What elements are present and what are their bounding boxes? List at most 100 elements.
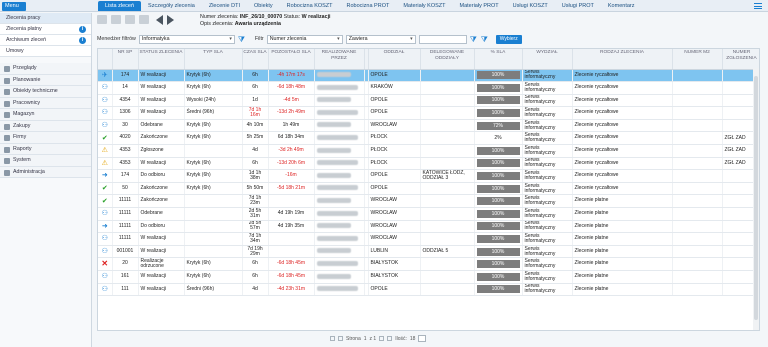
select-button[interactable]: Wybierz bbox=[495, 34, 522, 44]
add-filter-icon[interactable]: ⧩ bbox=[470, 35, 478, 44]
filter-field-select[interactable]: Numer zlecenia bbox=[266, 34, 343, 44]
table-row[interactable]: ⚇ 11111 W realizacji 7d 1h 34m WROCŁAW 100% Se… bbox=[98, 232, 759, 246]
sidebar-sub-umowy[interactable]: Umowy bbox=[0, 46, 91, 57]
sidebar-item-zakupy[interactable]: Zakupy bbox=[0, 120, 91, 132]
column-header[interactable]: NR SP bbox=[112, 49, 139, 70]
tab-obiekty[interactable]: Obiekty bbox=[247, 1, 280, 11]
sidebar-sub-archiwum[interactable]: Archiwum zleceń i bbox=[0, 35, 91, 46]
print-icon[interactable] bbox=[139, 15, 149, 24]
cell-numer-m2 bbox=[672, 157, 723, 171]
cell-wydzial: Serwis informatyczny bbox=[522, 119, 573, 133]
tab-lista-zlecen[interactable]: Lista zleceń bbox=[98, 1, 142, 11]
column-header[interactable]: CZAS SLA bbox=[242, 49, 269, 70]
table-row[interactable]: ⚇ 4354 W realizacji Wysoki (24h) 1d -4d 5m OPO… bbox=[98, 94, 759, 108]
tab-uslugi-prot[interactable]: Usługi PROT bbox=[555, 1, 601, 11]
table-row[interactable]: ⚇ 11111 Odebrane 2d 5h 31m 4d 19h 19m WROCŁAW… bbox=[98, 207, 759, 221]
sidebar-item-label: Raporty bbox=[13, 145, 32, 152]
tab-materialy-koszt[interactable]: Materiały KOSZT bbox=[396, 1, 452, 11]
column-header[interactable]: % SLA bbox=[474, 49, 523, 70]
column-header[interactable]: POZOSTAŁO SLA bbox=[268, 49, 315, 70]
prev-page-icon[interactable] bbox=[338, 336, 343, 341]
column-header[interactable]: TYP SLA bbox=[184, 49, 243, 70]
tab-materialy-prot[interactable]: Materiały PROT bbox=[453, 1, 506, 11]
cell-oddzial: OPOLE bbox=[368, 169, 421, 183]
column-header[interactable]: RODZAJ ZLECENIA bbox=[572, 49, 673, 70]
table-row[interactable]: ⚠ 4353 Zgłoszone 4d -3d 2h 49m PŁOCK 100% Serwi… bbox=[98, 144, 759, 158]
add-record-icon[interactable] bbox=[97, 15, 107, 24]
tab-komentarz[interactable]: Komentarz bbox=[601, 1, 642, 11]
column-header[interactable] bbox=[98, 49, 113, 70]
sidebar-sub-zlecenia-pracy[interactable]: Zlecenia pracy bbox=[0, 13, 91, 24]
sidebar-item-magazyn[interactable]: Magazyn bbox=[0, 109, 91, 121]
column-header[interactable]: NUMER ZGŁOSZENIA bbox=[722, 49, 759, 70]
sidebar-item-raporty[interactable]: Raporty bbox=[0, 143, 91, 155]
cell-numer-m2 bbox=[672, 182, 723, 196]
table-row[interactable]: ✔ 11111 Zakończone 7d 1h 23m WROCŁAW 100% Serw… bbox=[98, 194, 759, 209]
order-label: Numer zlecenia: bbox=[200, 14, 239, 20]
table-row[interactable]: ➜ 174 Do odbioru Krytyk (6h) 1d 1h 38m -16m OP… bbox=[98, 169, 759, 183]
info-icon[interactable]: i bbox=[79, 37, 86, 44]
menu-button[interactable]: Menu bbox=[2, 2, 26, 11]
tab-robocizna-koszt[interactable]: Robocizna KOSZT bbox=[280, 1, 340, 11]
gears-icon bbox=[4, 89, 10, 95]
cell-czas-sla: 7d 19h 29m bbox=[242, 245, 269, 259]
table-row[interactable]: ⚇ 30 Odebrane Krytyk (6h) 4h 10m 1h 49m WROCŁA… bbox=[98, 119, 759, 133]
pagination: Strona 1 z 1 Ilość: 18 bbox=[330, 334, 427, 343]
filter-operator-select[interactable]: Zawiera bbox=[345, 34, 416, 44]
tab-zlecenie-dti[interactable]: Zlecenie DTI bbox=[202, 1, 247, 11]
filter-manager-select[interactable]: Informatyka bbox=[138, 34, 235, 44]
list-view-icon[interactable] bbox=[754, 3, 762, 9]
sidebar-sub-zlecenia-platne[interactable]: Zlecenia płatny i bbox=[0, 24, 91, 35]
first-page-icon[interactable] bbox=[330, 336, 335, 341]
clear-filter-icon[interactable]: ⧩ bbox=[481, 35, 489, 44]
table-row[interactable]: ✕ 20 Realizacje odrzucone Krytyk (6h) 6h -6d … bbox=[98, 257, 759, 271]
redacted-name bbox=[316, 109, 358, 115]
previous-arrow-icon[interactable] bbox=[156, 15, 163, 25]
cell-typ-sla bbox=[184, 232, 243, 246]
column-header[interactable]: STATUS ZLECENIA bbox=[138, 49, 185, 70]
cell-czas-sla: 2d 5h 31m bbox=[242, 207, 269, 221]
tab-uslugi-koszt[interactable]: Usługi KOSZT bbox=[506, 1, 555, 11]
table-row[interactable]: ⚠ 4353 W realizacji Krytyk (6h) 6h -13d 20h 6… bbox=[98, 157, 759, 171]
tab-szczegoly[interactable]: Szczegóły zlecenia bbox=[141, 1, 202, 11]
table-row[interactable]: ➜ 11111 Do odbioru 2d 5h 57m 4d 19h 35m WROCŁ… bbox=[98, 220, 759, 234]
last-page-icon[interactable] bbox=[387, 336, 393, 341]
column-header[interactable]: REALIZOWANE PRZEZ bbox=[314, 49, 365, 70]
sidebar-item-system[interactable]: System bbox=[0, 155, 91, 167]
column-header[interactable]: ODDZIAŁ bbox=[368, 49, 421, 70]
sidebar-item-pracownicy[interactable]: Pracownicy bbox=[0, 97, 91, 109]
table-row[interactable]: ✔ 50 Zakończone Krytyk (6h) 5h 50m -5d 18h 21… bbox=[98, 182, 759, 196]
user-icon: ⚇ bbox=[101, 84, 108, 92]
sidebar-item-planowanie[interactable]: Planowanie bbox=[0, 74, 91, 86]
cell-rodzaj: Zlecenie ryczałtowe bbox=[572, 182, 673, 196]
next-page-icon[interactable] bbox=[379, 336, 385, 341]
table-row[interactable]: ⚇ 14 W realizacji Krytyk (6h) 6h -6d 18h 48m K… bbox=[98, 81, 759, 95]
table-row[interactable]: ⚇ 001001 W realizacji 7d 19h 29m LUBLIN ODDZI… bbox=[98, 245, 759, 259]
table-row[interactable]: ⚇ 1306 W realizacji Średni (96h) 7d 1h 16m -1… bbox=[98, 106, 759, 120]
sidebar-item-przeglady[interactable]: Przeglądy bbox=[0, 63, 91, 75]
page-size-select[interactable] bbox=[418, 335, 427, 342]
cell-rodzaj: Zlecenie ryczałtowe bbox=[572, 106, 673, 120]
redacted-name bbox=[316, 72, 351, 78]
table-row[interactable]: ✔ 4020 Zakończone Krytyk (6h) 5h 25m 6d 18h 3… bbox=[98, 131, 759, 146]
cell-typ-sla bbox=[184, 144, 243, 158]
edit-record-icon[interactable] bbox=[111, 15, 121, 24]
table-row[interactable]: ⚇ 161 W realizacji Krytyk (6h) 6h -6d 18h 45m… bbox=[98, 270, 759, 284]
filter-value-input[interactable] bbox=[418, 34, 467, 44]
cell-oddzial: KRAKÓW bbox=[368, 81, 421, 95]
table-row[interactable]: ✈ 174 W realizacji Krytyk (6h) 6h -4h 17m 17s… bbox=[98, 69, 759, 83]
sidebar-item-obiekty[interactable]: Obiekty techniczne bbox=[0, 86, 91, 98]
tab-robocizna-prot[interactable]: Robocizna PROT bbox=[340, 1, 397, 11]
sidebar-item-firmy[interactable]: Firmy bbox=[0, 132, 91, 144]
column-header[interactable]: DELEGOWANE ODDZIAŁY bbox=[420, 49, 475, 70]
sidebar-item-administracja[interactable]: Administracja bbox=[0, 166, 91, 178]
table-row[interactable]: ⚇ 111 W realizacji Średni (96h) 4d -4d 23h 31… bbox=[98, 283, 759, 297]
scrollbar-thumb[interactable] bbox=[754, 76, 758, 320]
info-icon[interactable]: i bbox=[79, 26, 86, 33]
column-header[interactable]: WYDZIAŁ bbox=[522, 49, 573, 70]
next-arrow-icon[interactable] bbox=[167, 15, 174, 25]
delete-record-icon[interactable] bbox=[125, 15, 135, 24]
vertical-scrollbar[interactable] bbox=[753, 68, 759, 330]
column-header[interactable]: NUMER M2 bbox=[672, 49, 723, 70]
funnel-icon[interactable]: ⧩ bbox=[238, 35, 246, 44]
